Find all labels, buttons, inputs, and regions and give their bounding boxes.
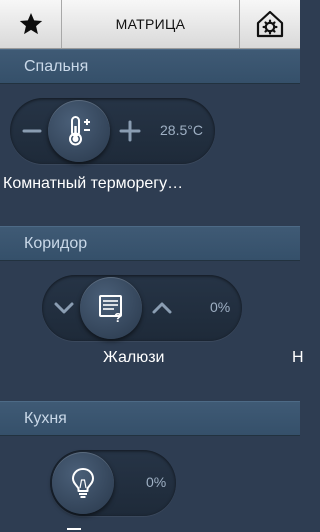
top-bar: МАТРИЦА (0, 0, 300, 49)
section-title: Коридор (24, 234, 88, 252)
blinds-knob[interactable]: ? (80, 277, 142, 339)
device-label-next-partial[interactable]: Н (292, 349, 304, 367)
blinds-icon: ? (99, 295, 122, 324)
section-bedroom: 28.5°C Комнатный терморегу… (0, 84, 300, 226)
device-label-partial (67, 528, 81, 530)
device-label-thermostat[interactable]: Комнатный терморегу… (3, 175, 183, 193)
svg-text:?: ? (114, 310, 122, 324)
house-gear-icon (256, 10, 284, 38)
blinds-value: 0% (210, 299, 231, 315)
temperature-value: 28.5°C (160, 122, 203, 138)
thermostat-knob[interactable] (48, 100, 110, 162)
page-title: МАТРИЦА (115, 16, 186, 32)
favorites-button[interactable] (0, 0, 62, 48)
section-header-corridor: Коридор (0, 226, 300, 261)
chevron-up-icon (152, 302, 172, 314)
chevron-down-icon (54, 302, 74, 314)
section-header-kitchen: Кухня (0, 401, 300, 436)
thermometer-icon (69, 116, 90, 146)
star-icon (19, 12, 42, 35)
section-title: Спальня (24, 57, 89, 75)
section-header-bedroom: Спальня (0, 49, 300, 84)
increase-button[interactable] (112, 103, 148, 159)
section-title: Кухня (24, 409, 67, 427)
plus-icon (119, 120, 141, 142)
lightbulb-icon (72, 468, 94, 498)
section-corridor: ? 0% Жалюзи Н (0, 261, 304, 401)
decrease-button[interactable] (14, 103, 50, 159)
light-value: 0% (146, 474, 167, 490)
minus-icon (22, 129, 42, 133)
light-knob[interactable] (52, 452, 114, 514)
blinds-down-button[interactable] (46, 280, 82, 336)
section-kitchen: 0% (0, 436, 300, 532)
settings-button[interactable] (239, 0, 300, 48)
blinds-up-button[interactable] (144, 280, 180, 336)
device-label-blinds[interactable]: Жалюзи (103, 349, 164, 367)
